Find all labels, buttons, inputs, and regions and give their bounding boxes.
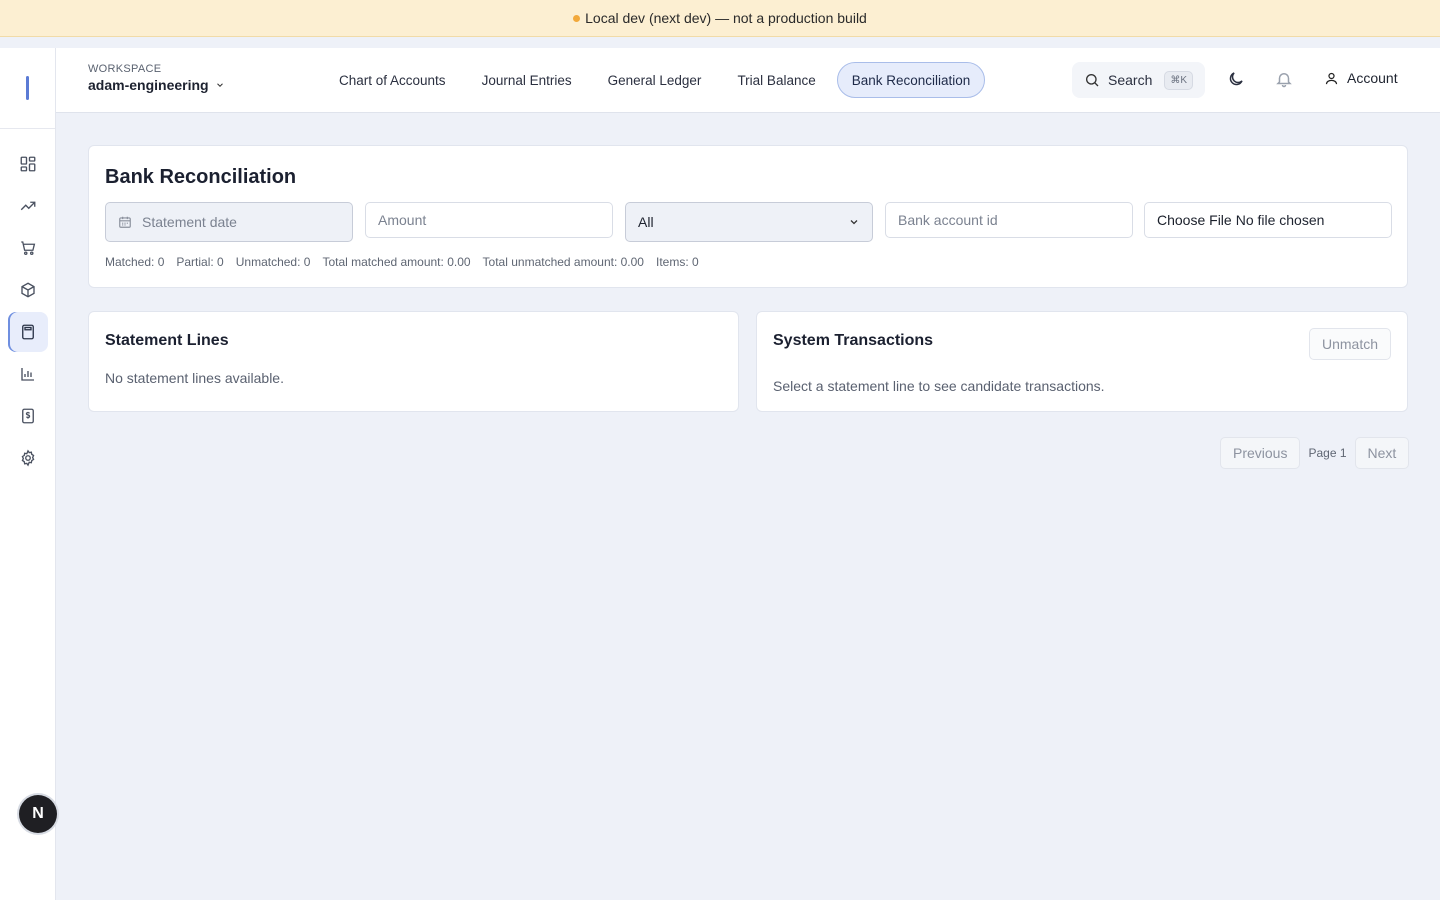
amount-input[interactable] <box>365 202 613 238</box>
match-status-select[interactable]: All <box>625 202 873 242</box>
dev-banner-text: Local dev (next dev) — not a production … <box>585 10 867 26</box>
stat-items: Items: 0 <box>655 255 699 269</box>
account-menu[interactable]: Account <box>1324 70 1398 86</box>
page-indicator: Page 1 <box>1308 446 1347 460</box>
dashboard-icon <box>20 156 35 172</box>
tab-bank-reconciliation[interactable]: Bank Reconciliation <box>836 62 986 98</box>
user-icon <box>1325 72 1338 84</box>
stat-total-matched: Total matched amount: 0.00 <box>322 255 471 269</box>
system-transactions-empty: Select a statement line to see candidate… <box>773 378 1105 394</box>
workspace-label: WORKSPACE <box>88 63 162 75</box>
unmatch-button[interactable]: Unmatch <box>1308 328 1391 360</box>
sidebar-item-dashboard[interactable] <box>8 144 48 184</box>
sidebar-nav <box>0 129 55 478</box>
workspace-name-text: adam-engineering <box>88 77 209 93</box>
search-shortcut: ⌘K <box>1164 70 1194 90</box>
user-avatar[interactable]: N <box>19 795 57 833</box>
sidebar-item-reports[interactable] <box>8 354 48 394</box>
statement-date-placeholder: Statement date <box>142 214 237 230</box>
chevron-down-icon <box>850 220 858 225</box>
search-label: Search <box>1108 72 1153 88</box>
tab-trial-balance[interactable]: Trial Balance <box>722 62 830 98</box>
gear-icon <box>21 449 34 467</box>
system-transactions-title: System Transactions <box>773 332 934 349</box>
pagination: Previous Page 1 Next <box>1220 437 1410 469</box>
account-label: Account <box>1347 70 1398 86</box>
bell-icon[interactable] <box>1275 70 1293 88</box>
moon-icon[interactable] <box>1227 70 1245 88</box>
next-page-button[interactable]: Next <box>1354 437 1410 469</box>
statement-lines-empty: No statement lines available. <box>105 370 284 386</box>
stat-partial: Partial: 0 <box>176 255 224 269</box>
sidebar <box>0 48 56 900</box>
dollar-receipt-icon <box>21 408 34 424</box>
stat-unmatched: Unmatched: 0 <box>235 255 311 269</box>
main-nav-tabs: Chart of Accounts Journal Entries Genera… <box>324 62 986 98</box>
sidebar-item-trends[interactable] <box>8 186 48 226</box>
chevron-down-icon <box>216 83 223 87</box>
bar-chart-icon <box>20 368 34 381</box>
tab-journal-entries[interactable]: Journal Entries <box>467 62 587 98</box>
previous-page-button[interactable]: Previous <box>1220 437 1301 469</box>
reconciliation-stats: Matched: 0 Partial: 0 Unmatched: 0 Total… <box>105 255 699 269</box>
stat-total-unmatched: Total unmatched amount: 0.00 <box>482 255 644 269</box>
sidebar-logo-area <box>0 48 55 129</box>
statement-file-input[interactable]: Choose File No file chosen <box>1144 202 1392 238</box>
search-icon <box>1086 74 1099 87</box>
choose-file-button[interactable]: Choose File <box>1157 212 1232 228</box>
match-status-value: All <box>638 214 654 230</box>
tab-general-ledger[interactable]: General Ledger <box>593 62 717 98</box>
workspace-name[interactable]: adam-engineering <box>88 77 225 93</box>
calendar-icon <box>119 216 131 228</box>
statement-lines-title: Statement Lines <box>105 332 229 349</box>
search-button[interactable]: Search ⌘K <box>1072 62 1205 98</box>
sidebar-item-settings[interactable] <box>8 438 48 478</box>
dev-banner: Local dev (next dev) — not a production … <box>0 0 1440 37</box>
sidebar-item-accounting[interactable] <box>7 312 48 352</box>
tab-chart-of-accounts[interactable]: Chart of Accounts <box>324 62 461 98</box>
statement-date-picker[interactable]: Statement date <box>105 202 353 242</box>
calculator-icon <box>21 324 34 340</box>
topbar: WORKSPACE adam-engineering Chart of Acco… <box>56 48 1440 113</box>
reconciliation-filter-card: Bank Reconciliation Statement date All C… <box>88 145 1408 288</box>
cart-icon <box>20 241 35 256</box>
status-dot-icon <box>573 14 581 22</box>
workspace-switcher[interactable]: WORKSPACE adam-engineering <box>88 63 225 93</box>
sidebar-item-inventory[interactable] <box>8 270 48 310</box>
sidebar-item-sales[interactable] <box>8 228 48 268</box>
bank-account-id-input[interactable] <box>885 202 1133 238</box>
stat-matched: Matched: 0 <box>105 255 165 269</box>
trending-up-icon <box>20 201 35 211</box>
statement-lines-card: Statement Lines No statement lines avail… <box>88 311 739 412</box>
package-icon <box>20 282 35 298</box>
sidebar-item-billing[interactable] <box>8 396 48 436</box>
page-title: Bank Reconciliation <box>105 166 297 188</box>
logo-icon[interactable] <box>26 76 29 100</box>
file-status: No file chosen <box>1235 212 1325 228</box>
system-transactions-card: System Transactions Unmatch Select a sta… <box>756 311 1408 412</box>
